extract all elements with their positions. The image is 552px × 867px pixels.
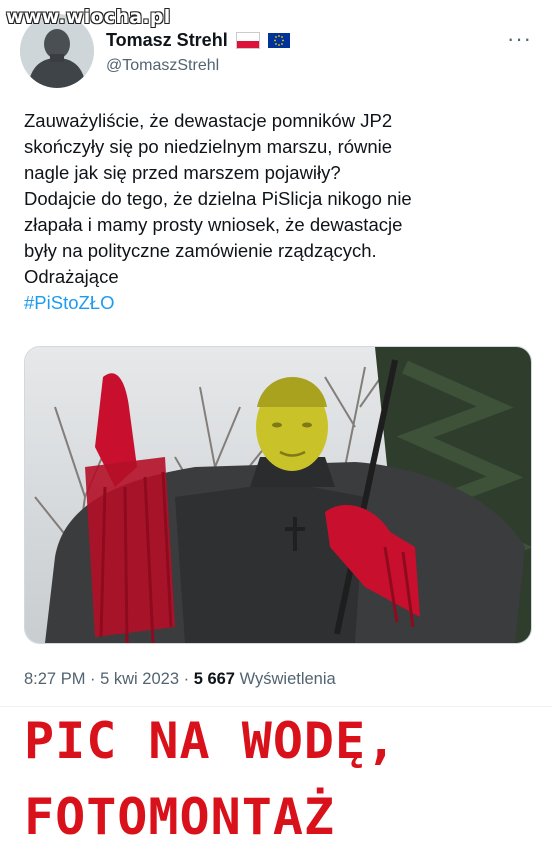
tweet-text: Zauważyliście, że dewastacje pomników JP… (24, 108, 534, 316)
views-label: Wyświetlenia (234, 670, 336, 688)
tweet-line: Odrażające (24, 266, 119, 287)
tweet-photo[interactable] (24, 346, 532, 644)
flag-pl-icon (235, 32, 260, 49)
tweet-line: nagle jak się przed marszem pojawiły? (24, 162, 341, 183)
author-name[interactable]: Tomasz Strehl (106, 30, 228, 51)
author-handle[interactable]: @TomaszStrehl (106, 57, 219, 75)
caption-line-2: FOTOMONTAŻ (24, 788, 336, 846)
vandalized-statue-image (25, 347, 531, 643)
tweet-line: złapała i mamy prosty wniosek, że dewast… (24, 214, 403, 235)
tweet-line: Zauważyliście, że dewastacje pomników JP… (24, 110, 393, 131)
more-options-icon[interactable]: ··· (507, 26, 532, 52)
site-watermark: www.wiocha.pl (6, 6, 171, 28)
hashtag-link[interactable]: #PiStoZŁO (24, 290, 534, 316)
tweet-line: były na polityczne zamówienie rządzących… (24, 240, 377, 261)
tweet-line: Dodajcie do tego, że dzielna PiSlicja ni… (24, 188, 412, 209)
divider (0, 706, 552, 707)
flag-eu-icon (267, 33, 290, 48)
tweet-date[interactable]: 5 kwi 2023 (100, 670, 179, 688)
tweet-line: skończyły się po niedzielnym marszu, rów… (24, 136, 393, 157)
views-count: 5 667 (193, 670, 235, 688)
tweet-time[interactable]: 8:27 PM (24, 670, 85, 688)
tweet-meta: 8:27 PM · 5 kwi 2023 · 5 667 Wyświetleni… (24, 670, 336, 689)
caption-line-1: PIC NA WODĘ, (24, 712, 398, 770)
separator: · (85, 670, 101, 688)
separator: · (179, 670, 194, 688)
